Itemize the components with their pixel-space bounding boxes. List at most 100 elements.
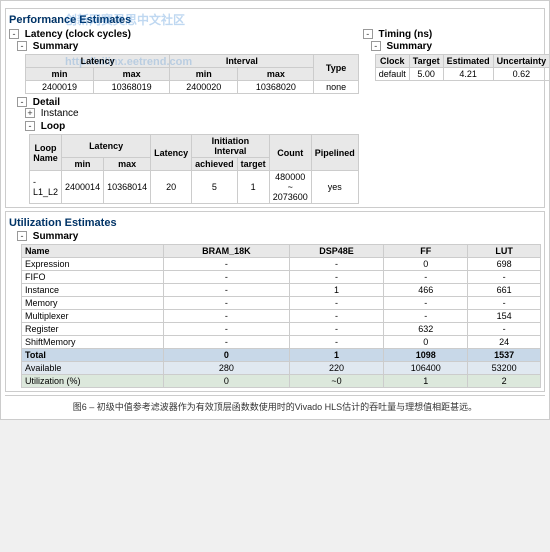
util-row-ff: - [384, 297, 468, 310]
estimated-header: Estimated [443, 55, 493, 68]
util-utilization-row: Utilization (%) 0 ~0 1 2 [22, 375, 541, 388]
interval-col-header: Interval [170, 55, 314, 68]
util-data-row: Instance - 1 466 661 [22, 284, 541, 297]
loop-latency-col-header: Latency [151, 135, 192, 171]
util-dsp-header: DSP48E [289, 245, 383, 258]
detail-collapse-icon[interactable]: - [17, 97, 27, 107]
loop-lat-max-header: max [104, 158, 151, 171]
loop-ii-header: Initiation Interval [192, 135, 270, 158]
target-header: Target [409, 55, 443, 68]
loop-name-header: Loop Name [30, 135, 62, 171]
loop-block: - Loop Loop Name Latency Latency [17, 121, 359, 204]
loop-table-wrap: Loop Name Latency Latency Initiation Int… [25, 134, 359, 204]
timing-summary-icon[interactable]: - [371, 41, 381, 51]
instance-collapse-icon[interactable]: + [25, 108, 35, 118]
loop-latency-header: Latency [62, 135, 151, 158]
latency-summary-table-wrap: Latency Interval Type min max min max [17, 54, 359, 94]
util-row-dsp: - [289, 271, 383, 284]
timing-summary-title: Summary [387, 40, 433, 53]
timing-section: - Timing (ns) - Summary Clock Targ [363, 28, 550, 204]
lat-min-val: 2400019 [26, 81, 94, 94]
util-row-ff: 632 [384, 323, 468, 336]
loop-row-count: 480000 ~ 2073600 [269, 171, 311, 204]
util-row-lut: - [468, 271, 541, 284]
util-summary-icon[interactable]: - [17, 231, 27, 241]
util-row-ff: 0 [384, 336, 468, 349]
util-row-name: Multiplexer [22, 310, 164, 323]
latency-collapse-icon[interactable]: - [9, 29, 19, 39]
util-row-name: Instance [22, 284, 164, 297]
util-row-name: Expression [22, 258, 164, 271]
latency-col-header: Latency [26, 55, 170, 68]
util-row-lut: 698 [468, 258, 541, 271]
performance-title: Performance Estimates [9, 12, 541, 28]
util-bram-header: BRAM_18K [163, 245, 289, 258]
util-row-bram: - [163, 284, 289, 297]
timing-estimated: 4.21 [443, 68, 493, 81]
lat-min-header: min [26, 68, 94, 81]
timing-table-wrap: Clock Target Estimated Uncertainty defau… [371, 54, 550, 81]
int-max-val: 10368020 [238, 81, 314, 94]
util-row-dsp: 1 [289, 284, 383, 297]
loop-table: Loop Name Latency Latency Initiation Int… [29, 134, 359, 204]
util-row-bram: - [163, 271, 289, 284]
instance-block: + Instance [17, 108, 359, 119]
util-data-row: Register - - 632 - [22, 323, 541, 336]
util-row-dsp: - [289, 336, 383, 349]
util-row-lut: 24 [468, 336, 541, 349]
util-name-header: Name [22, 245, 164, 258]
timing-summary-block: - Summary Clock Target Estimated Uncerta… [363, 41, 550, 81]
latency-summary-block: - Summary Latency Interval Type [9, 41, 359, 94]
loop-ii-achieved-header: achieved [192, 158, 238, 171]
utilization-section: Utilization Estimates - Summary Name BRA… [5, 211, 545, 392]
loop-count-header: Count [269, 135, 311, 171]
type-col-header: Type [314, 55, 358, 81]
util-row-name: Memory [22, 297, 164, 310]
performance-section: Performance Estimates - Latency (clock c… [5, 8, 545, 208]
util-row-name: FIFO [22, 271, 164, 284]
latency-section: - Latency (clock cycles) - Summary Laten… [9, 28, 359, 204]
util-row-bram: - [163, 297, 289, 310]
util-row-dsp: - [289, 323, 383, 336]
loop-collapse-icon[interactable]: - [25, 121, 35, 131]
util-row-name: Register [22, 323, 164, 336]
summary-collapse-icon[interactable]: - [17, 41, 27, 51]
util-row-ff: - [384, 310, 468, 323]
util-data-row: Multiplexer - - - 154 [22, 310, 541, 323]
util-table-wrap: Name BRAM_18K DSP48E FF LUT Expression -… [17, 244, 541, 388]
util-row-lut: - [468, 323, 541, 336]
main-container: Performance Estimates - Latency (clock c… [0, 0, 550, 420]
loop-row-name: - L1_L2 [30, 171, 62, 204]
clock-header: Clock [375, 55, 409, 68]
util-row-dsp: - [289, 310, 383, 323]
util-row-dsp: - [289, 258, 383, 271]
loop-data-row: - L1_L2 2400014 10368014 20 5 1 480000 ~… [30, 171, 359, 204]
util-summary-title: Summary [33, 230, 79, 243]
util-row-ff: 466 [384, 284, 468, 297]
int-min-header: min [170, 68, 238, 81]
loop-row-lat-min: 2400014 [62, 171, 104, 204]
util-data-row: Memory - - - - [22, 297, 541, 310]
int-max-header: max [238, 68, 314, 81]
timing-row: default 5.00 4.21 0.62 [375, 68, 549, 81]
loop-row-lat-max: 10368014 [104, 171, 151, 204]
latency-summary-title: Summary [33, 40, 79, 53]
int-min-val: 2400020 [170, 81, 238, 94]
utilization-title: Utilization Estimates [9, 215, 541, 231]
util-row-lut: - [468, 297, 541, 310]
type-val: none [314, 81, 358, 94]
lat-max-val: 10368019 [94, 81, 170, 94]
latency-summary-row: 2400019 10368019 2400020 10368020 none [26, 81, 359, 94]
loop-row-ii-target: 1 [237, 171, 269, 204]
loop-ii-target-header: target [237, 158, 269, 171]
loop-row-latency: 20 [151, 171, 192, 204]
instance-title: Instance [41, 108, 79, 119]
latency-summary-table: Latency Interval Type min max min max [25, 54, 359, 94]
timing-collapse-icon[interactable]: - [363, 29, 373, 39]
uncertainty-header: Uncertainty [493, 55, 550, 68]
util-ff-header: FF [384, 245, 468, 258]
util-row-bram: - [163, 336, 289, 349]
loop-row-pipelined: yes [311, 171, 358, 204]
utilization-table: Name BRAM_18K DSP48E FF LUT Expression -… [21, 244, 541, 388]
util-row-name: ShiftMemory [22, 336, 164, 349]
